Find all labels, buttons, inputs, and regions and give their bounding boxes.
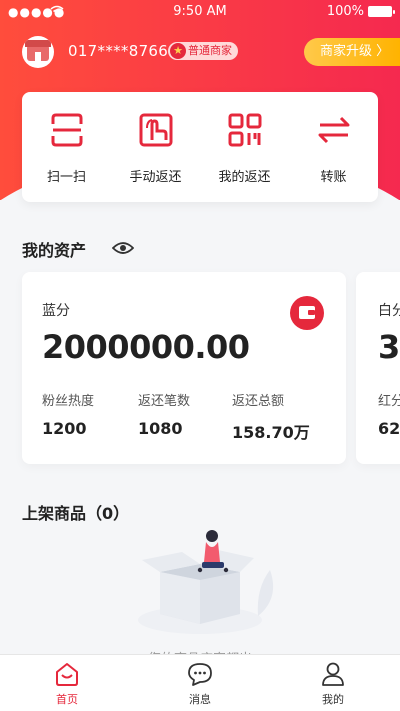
tab-home-label: 首页 bbox=[56, 693, 78, 706]
profile-icon bbox=[322, 662, 344, 686]
home-icon bbox=[56, 663, 78, 686]
transfer-icon bbox=[318, 116, 349, 144]
asset-value: 36 bbox=[378, 328, 400, 366]
tab-messages-label: 消息 bbox=[189, 693, 211, 706]
listed-goods-title: 上架商品（0） bbox=[22, 504, 130, 523]
stat-label: 红分 bbox=[378, 394, 400, 409]
stat-return-total: 返还总额 158.70万 bbox=[232, 390, 310, 443]
qr-code-icon bbox=[228, 113, 261, 147]
stat-red-points: 红分 62 bbox=[378, 390, 400, 438]
asset-card-white-points[interactable]: 白分 36 红分 62 bbox=[356, 272, 400, 464]
stat-return-count: 返还笔数 1080 bbox=[138, 390, 190, 438]
tab-profile-label: 我的 bbox=[322, 693, 344, 706]
scan-icon bbox=[51, 113, 82, 147]
eye-icon[interactable] bbox=[112, 240, 134, 256]
battery-icon bbox=[368, 6, 395, 17]
assets-title: 我的资产 bbox=[22, 241, 87, 260]
stat-value: 1200 bbox=[42, 419, 87, 438]
account-phone: 017****8766 bbox=[68, 42, 169, 60]
my-return-label: 我的返还 bbox=[218, 170, 271, 185]
hand-return-action[interactable]: 手动返还 bbox=[111, 110, 200, 185]
status-bar: ●●●●● 9:50 AM 100% bbox=[0, 0, 400, 24]
wallet-icon[interactable] bbox=[290, 296, 324, 330]
tab-home[interactable]: 首页 bbox=[27, 661, 107, 707]
scan-label: 扫一扫 bbox=[46, 170, 86, 185]
empty-box-illustration bbox=[138, 530, 274, 634]
merchant-level-label: 普通商家 bbox=[188, 44, 232, 57]
bottom-tab-bar: 首页 消息 我的 bbox=[0, 654, 400, 711]
stat-fans: 粉丝热度 1200 bbox=[42, 390, 94, 438]
asset-card-blue-points[interactable]: 蓝分 2000000.00 粉丝热度 1200 返还笔数 1080 返还总额 1… bbox=[22, 272, 346, 464]
stat-value: 62 bbox=[378, 419, 400, 438]
stat-value: 1080 bbox=[138, 419, 183, 438]
transfer-label: 转账 bbox=[320, 170, 347, 185]
message-icon bbox=[188, 663, 212, 686]
stat-label: 返还总额 bbox=[232, 394, 285, 409]
asset-value: 2000000.00 bbox=[42, 328, 250, 366]
shop-icon bbox=[25, 40, 51, 61]
hand-return-label: 手动返还 bbox=[129, 170, 182, 185]
stat-label: 粉丝热度 bbox=[42, 394, 95, 409]
stat-value: 158.70万 bbox=[232, 423, 310, 442]
upgrade-button[interactable]: 商家升级 〉 bbox=[304, 38, 400, 66]
stat-label: 返还笔数 bbox=[138, 394, 191, 409]
asset-label: 蓝分 bbox=[42, 303, 70, 319]
merchant-level-badge: ★ 普通商家 bbox=[168, 42, 238, 60]
avatar[interactable] bbox=[22, 36, 54, 68]
hand-return-icon bbox=[139, 113, 172, 147]
tab-messages[interactable]: 消息 bbox=[160, 661, 240, 707]
my-return-action[interactable]: 我的返还 bbox=[200, 110, 289, 185]
quick-actions-card: 扫一扫 手动返还 我的返还 转账 bbox=[22, 92, 378, 202]
asset-label: 白分 bbox=[378, 303, 400, 319]
star-icon: ★ bbox=[170, 43, 186, 59]
scan-action[interactable]: 扫一扫 bbox=[22, 110, 111, 185]
transfer-action[interactable]: 转账 bbox=[289, 110, 378, 185]
tab-profile[interactable]: 我的 bbox=[293, 661, 373, 707]
battery-percent: 100% bbox=[326, 4, 364, 19]
